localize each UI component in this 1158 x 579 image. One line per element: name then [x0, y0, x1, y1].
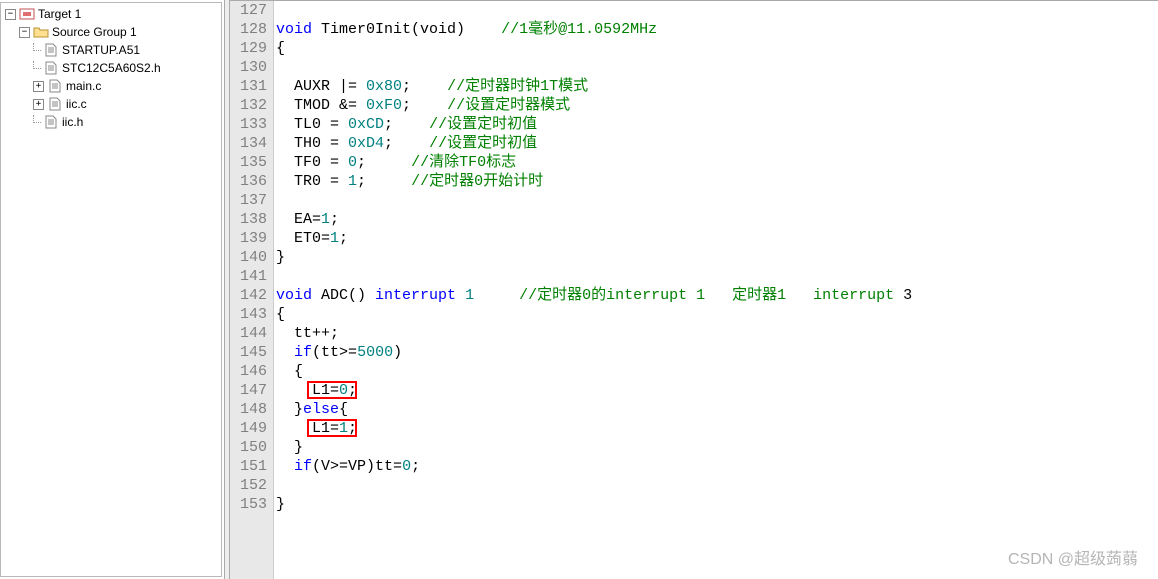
code-line[interactable]: }	[276, 495, 1158, 514]
project-tree-panel: − Target 1 − Source Group 1 STARTUP.A51	[0, 2, 222, 577]
tree-label: Source Group 1	[52, 25, 137, 39]
tree-file[interactable]: + iic.c	[3, 95, 221, 113]
tree-target[interactable]: − Target 1	[3, 5, 221, 23]
code-content[interactable]: void Timer0Init(void) //1毫秒@11.0592MHz{ …	[274, 1, 1158, 579]
line-number: 141	[240, 267, 267, 286]
tree-file[interactable]: iic.h	[3, 113, 221, 131]
expander-plus-icon[interactable]: +	[33, 99, 44, 110]
code-line[interactable]: EA=1;	[276, 210, 1158, 229]
tree-label: main.c	[66, 79, 101, 93]
code-line[interactable]: void Timer0Init(void) //1毫秒@11.0592MHz	[276, 20, 1158, 39]
code-line[interactable]: if(tt>=5000)	[276, 343, 1158, 362]
expander-plus-icon[interactable]: +	[33, 81, 44, 92]
code-line[interactable]: L1=0;	[276, 381, 1158, 400]
line-number: 152	[240, 476, 267, 495]
tree-label: iic.c	[66, 97, 87, 111]
line-number: 129	[240, 39, 267, 58]
tree-label: iic.h	[62, 115, 83, 129]
code-line[interactable]	[276, 267, 1158, 286]
line-number: 133	[240, 115, 267, 134]
code-line[interactable]: TMOD &= 0xF0; //设置定时器模式	[276, 96, 1158, 115]
line-number: 137	[240, 191, 267, 210]
line-number: 142	[240, 286, 267, 305]
code-line[interactable]: TH0 = 0xD4; //设置定时初值	[276, 134, 1158, 153]
code-line[interactable]	[276, 58, 1158, 77]
code-line[interactable]: void ADC() interrupt 1 //定时器0的interrupt …	[276, 286, 1158, 305]
line-number: 143	[240, 305, 267, 324]
line-number: 140	[240, 248, 267, 267]
line-number: 127	[240, 1, 267, 20]
file-icon	[43, 115, 59, 129]
file-icon	[43, 61, 59, 75]
line-number: 144	[240, 324, 267, 343]
line-number: 148	[240, 400, 267, 419]
code-line[interactable]: TR0 = 1; //定时器0开始计时	[276, 172, 1158, 191]
code-line[interactable]: {	[276, 305, 1158, 324]
line-number: 132	[240, 96, 267, 115]
expander-minus-icon[interactable]: −	[5, 9, 16, 20]
file-icon	[43, 43, 59, 57]
line-number: 150	[240, 438, 267, 457]
code-line[interactable]: {	[276, 362, 1158, 381]
code-line[interactable]: tt++;	[276, 324, 1158, 343]
code-line[interactable]: TL0 = 0xCD; //设置定时初值	[276, 115, 1158, 134]
line-number: 151	[240, 457, 267, 476]
line-number: 153	[240, 495, 267, 514]
code-line[interactable]: }else{	[276, 400, 1158, 419]
tree-label: STC12C5A60S2.h	[62, 61, 161, 75]
code-line[interactable]: if(V>=VP)tt=0;	[276, 457, 1158, 476]
line-number: 139	[240, 229, 267, 248]
code-line[interactable]: }	[276, 248, 1158, 267]
line-number: 136	[240, 172, 267, 191]
line-number: 147	[240, 381, 267, 400]
code-line[interactable]	[276, 1, 1158, 20]
code-editor[interactable]: 1271281291301311321331341351361371381391…	[230, 0, 1158, 579]
line-number: 145	[240, 343, 267, 362]
project-tree[interactable]: − Target 1 − Source Group 1 STARTUP.A51	[1, 3, 221, 133]
line-number: 146	[240, 362, 267, 381]
file-icon	[47, 97, 63, 111]
folder-open-icon	[33, 25, 49, 39]
line-number-gutter: 1271281291301311321331341351361371381391…	[230, 1, 274, 579]
line-number: 135	[240, 153, 267, 172]
line-number: 131	[240, 77, 267, 96]
tree-label: STARTUP.A51	[62, 43, 140, 57]
tree-label: Target 1	[38, 7, 81, 21]
file-icon	[47, 79, 63, 93]
tree-file[interactable]: STARTUP.A51	[3, 41, 221, 59]
code-line[interactable]: TF0 = 0; //清除TF0标志	[276, 153, 1158, 172]
code-line[interactable]	[276, 191, 1158, 210]
tree-file[interactable]: + main.c	[3, 77, 221, 95]
line-number: 130	[240, 58, 267, 77]
code-line[interactable]: }	[276, 438, 1158, 457]
code-line[interactable]: L1=1;	[276, 419, 1158, 438]
tree-file[interactable]: STC12C5A60S2.h	[3, 59, 221, 77]
code-line[interactable]: {	[276, 39, 1158, 58]
line-number: 134	[240, 134, 267, 153]
line-number: 138	[240, 210, 267, 229]
code-line[interactable]: ET0=1;	[276, 229, 1158, 248]
target-icon	[19, 7, 35, 21]
line-number: 149	[240, 419, 267, 438]
line-number: 128	[240, 20, 267, 39]
tree-group[interactable]: − Source Group 1	[3, 23, 221, 41]
expander-minus-icon[interactable]: −	[19, 27, 30, 38]
code-line[interactable]: AUXR |= 0x80; //定时器时钟1T模式	[276, 77, 1158, 96]
code-line[interactable]	[276, 476, 1158, 495]
